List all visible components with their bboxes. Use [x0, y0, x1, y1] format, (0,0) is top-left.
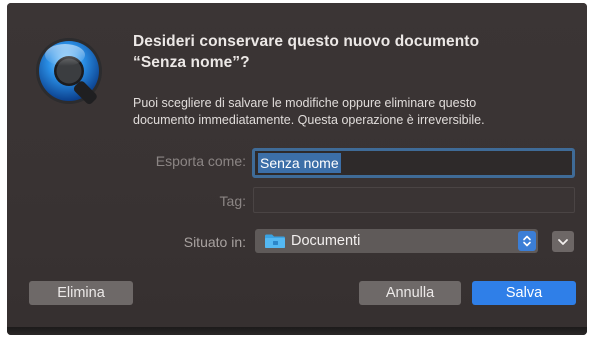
- folder-icon: [264, 233, 286, 249]
- tag-label: Tag:: [219, 193, 246, 209]
- dialog-message: Puoi scegliere di salvare le modifiche o…: [133, 95, 573, 129]
- save-button[interactable]: Salva: [472, 281, 576, 305]
- bottom-edge: [7, 327, 587, 335]
- delete-button[interactable]: Elimina: [29, 281, 133, 305]
- dialog-title: Desideri conservare questo nuovo documen…: [133, 31, 553, 73]
- expand-dialog-button[interactable]: [552, 231, 574, 252]
- location-label: Situato in:: [183, 234, 246, 250]
- quicktime-icon: [29, 31, 115, 117]
- cancel-button[interactable]: Annulla: [359, 281, 461, 305]
- save-dialog: Desideri conservare questo nuovo documen…: [7, 3, 587, 329]
- dialog-title-line2: “Senza nome”?: [133, 54, 250, 71]
- tag-field[interactable]: [253, 187, 575, 213]
- location-value: Documenti: [291, 233, 361, 249]
- dialog-frame: Desideri conservare questo nuovo documen…: [7, 3, 587, 335]
- dialog-title-line1: Desideri conservare questo nuovo documen…: [133, 33, 480, 50]
- dialog-message-line1: Puoi scegliere di salvare le modifiche o…: [133, 96, 477, 110]
- export-as-label: Esporta come:: [155, 153, 246, 169]
- export-name-value[interactable]: Senza nome: [258, 153, 341, 173]
- dialog-message-line2: documento immediatamente. Questa operazi…: [133, 113, 485, 127]
- chevron-down-icon: [557, 233, 569, 251]
- location-popup[interactable]: Documenti: [255, 229, 538, 253]
- export-name-field[interactable]: Senza nome: [252, 148, 575, 178]
- up-down-chevron-icon[interactable]: [518, 231, 536, 251]
